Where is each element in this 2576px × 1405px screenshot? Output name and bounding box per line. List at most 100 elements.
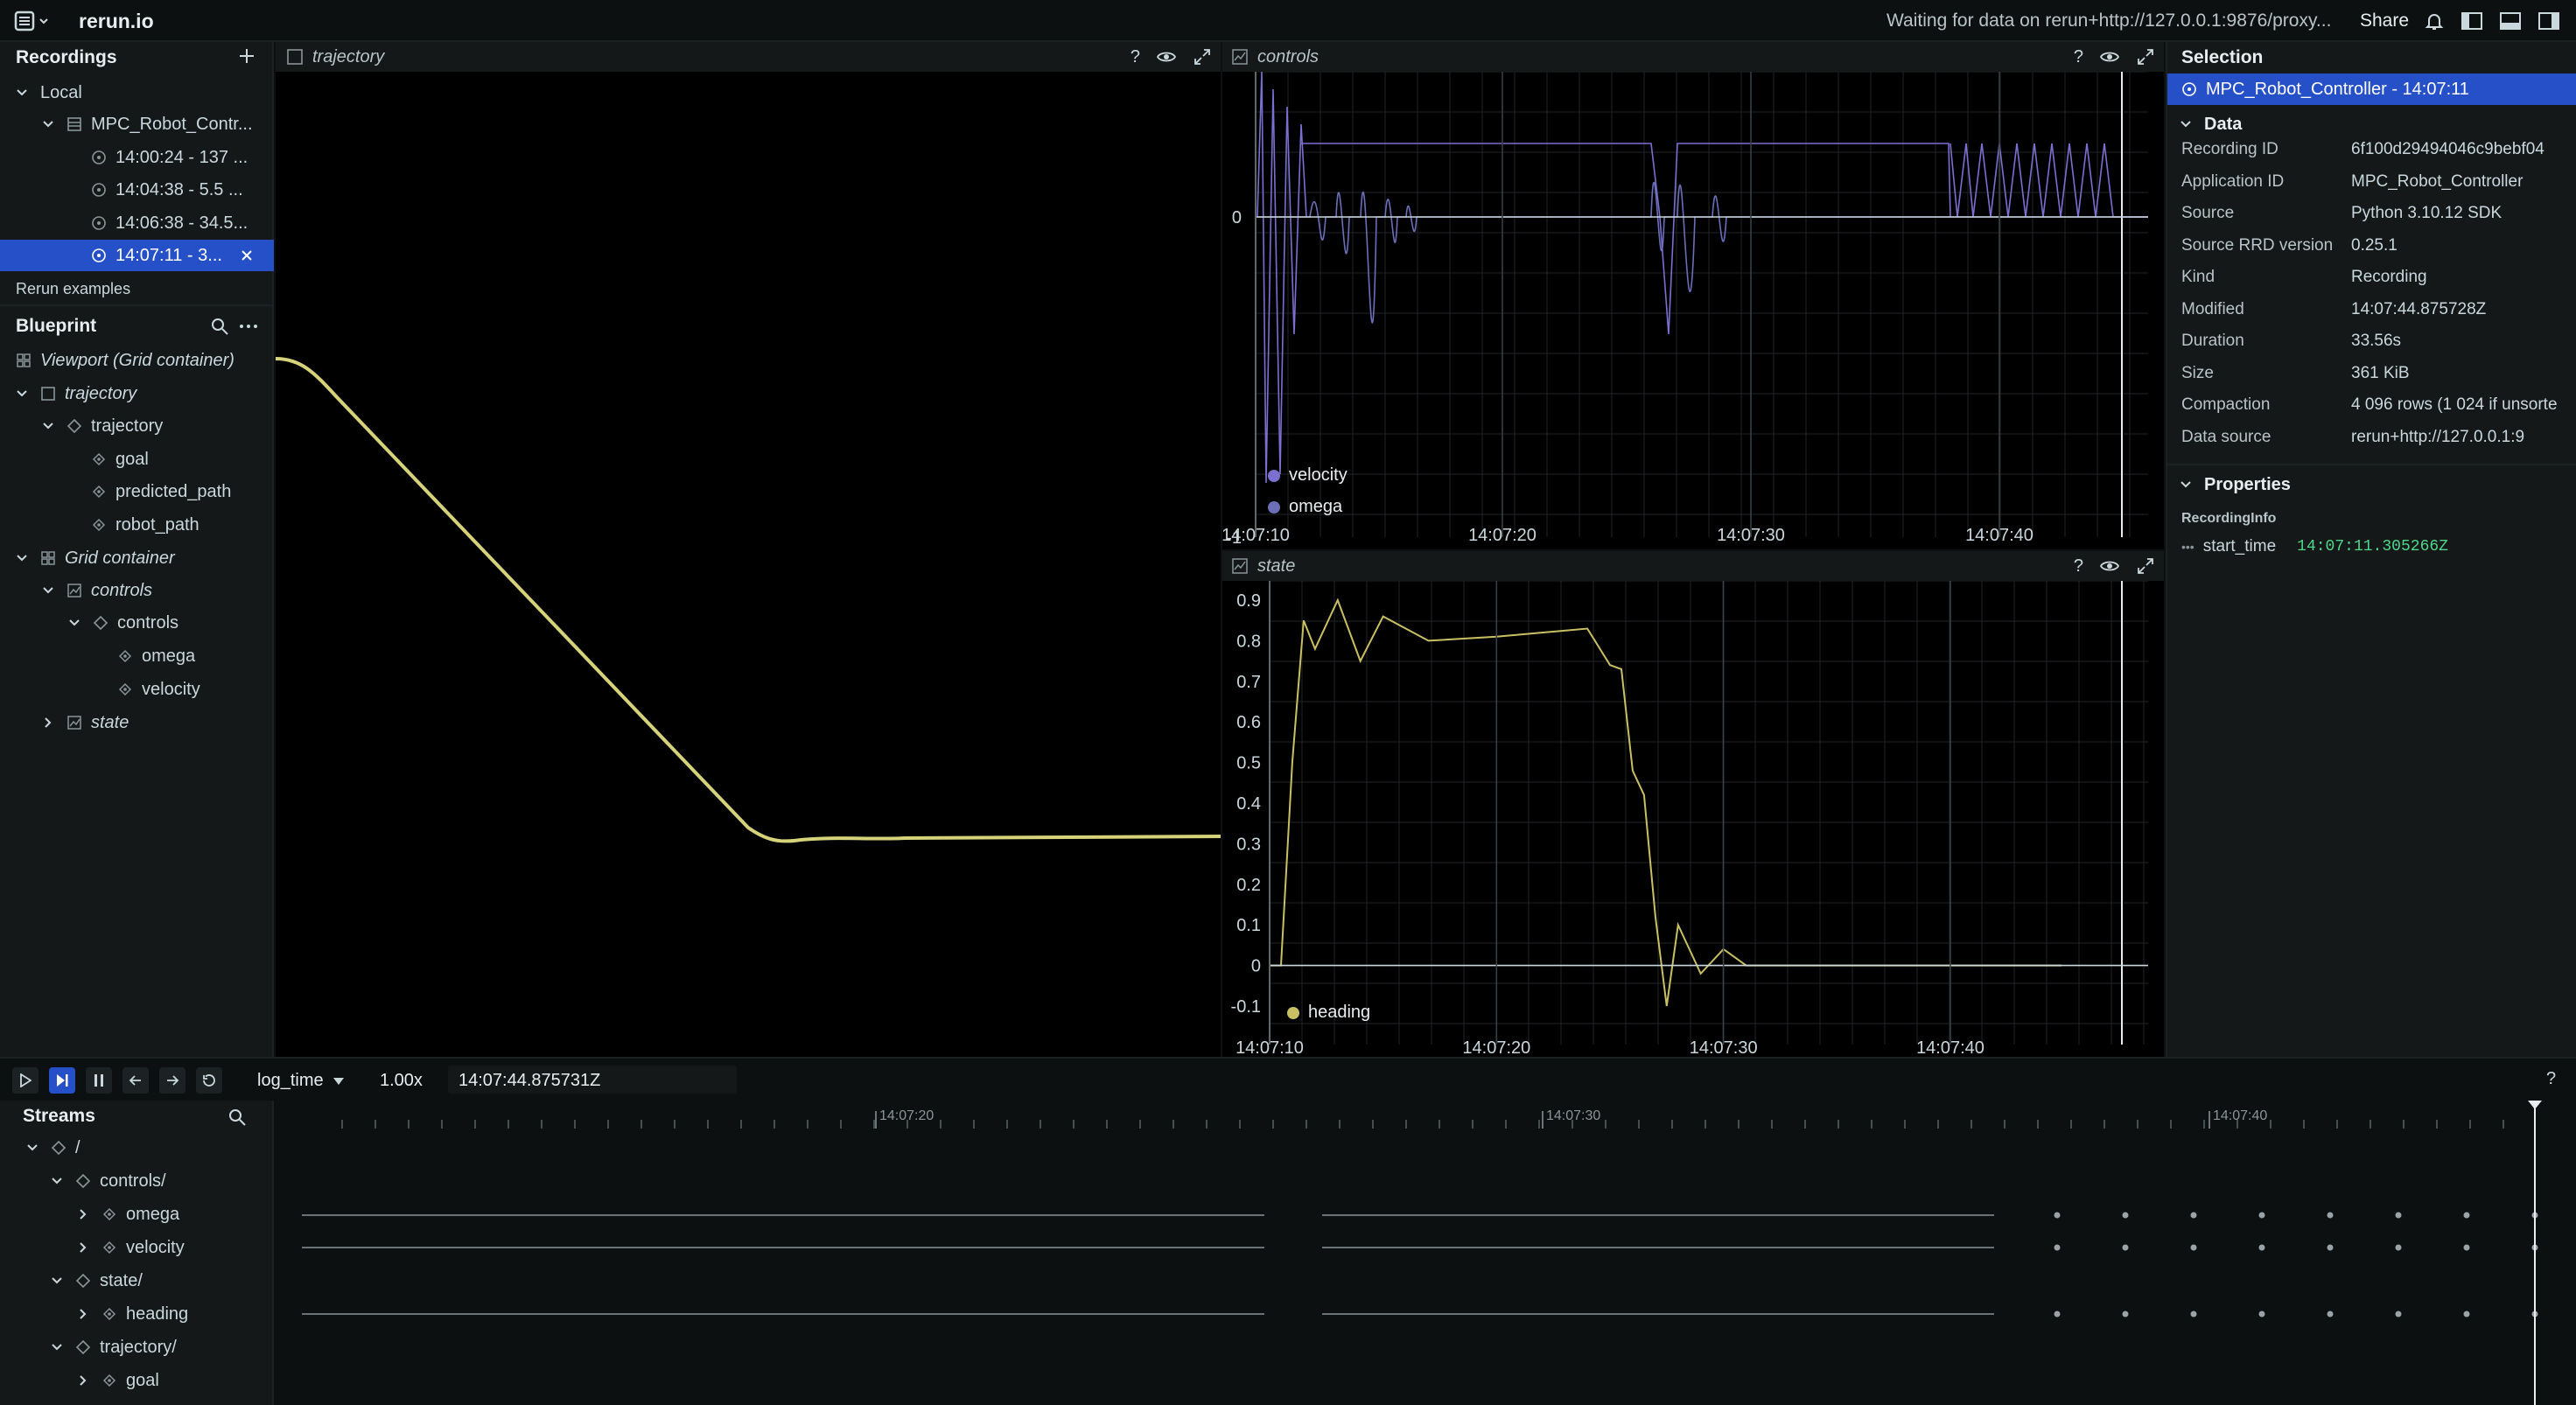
share-button[interactable]: Share bbox=[2360, 10, 2409, 31]
property-row[interactable]: Data source rerun+http://127.0.0.1:9 bbox=[2181, 428, 2524, 447]
controls-view[interactable]: controls ? 0 -1 14:07:10 14:07:20 14:07:30 14… bbox=[1222, 42, 2164, 549]
help-icon[interactable]: ? bbox=[2546, 1069, 2556, 1089]
blueprint-viewport[interactable]: Viewport (Grid container) bbox=[16, 345, 270, 376]
eye-icon[interactable] bbox=[1156, 47, 1177, 66]
property-row[interactable]: Recording ID 6f100d29494046c9bebf04 bbox=[2181, 140, 2544, 159]
chevron-down-icon[interactable] bbox=[2180, 479, 2192, 491]
selected-recording[interactable]: MPC_Robot_Controller - 14:07:11 bbox=[2167, 73, 2576, 105]
help-icon[interactable]: ? bbox=[1130, 47, 1140, 67]
maximize-icon[interactable] bbox=[1193, 47, 1212, 66]
properties-section-header[interactable]: Properties bbox=[2180, 469, 2565, 500]
chevron-down-icon[interactable] bbox=[16, 87, 28, 99]
state-plot[interactable]: 0.9 0.8 0.7 0.6 0.5 0.4 0.3 0.2 0.1 0 -0.1 14:07:10… bbox=[1222, 581, 2164, 1057]
stream-state[interactable]: state/ bbox=[51, 1265, 261, 1297]
recording-app[interactable]: MPC_Robot_Contr... bbox=[42, 108, 270, 140]
left-panel-icon[interactable] bbox=[2460, 10, 2483, 31]
chevron-down-icon[interactable] bbox=[51, 1175, 63, 1187]
eye-icon[interactable] bbox=[2099, 47, 2120, 66]
play-button[interactable] bbox=[12, 1067, 38, 1094]
bottom-panel-icon[interactable] bbox=[2499, 10, 2522, 31]
property-row[interactable]: Compaction 4 096 rows (1 024 if unsorte bbox=[2181, 395, 2558, 415]
more-icon[interactable] bbox=[238, 317, 259, 336]
blueprint-predicted-path[interactable]: predicted_path bbox=[91, 476, 270, 507]
step-forward-button[interactable] bbox=[159, 1067, 186, 1094]
add-icon[interactable] bbox=[236, 45, 257, 66]
trajectory-view[interactable]: trajectory ? bbox=[276, 42, 1221, 1057]
blueprint-robot-path[interactable]: robot_path bbox=[91, 509, 270, 541]
bell-icon[interactable] bbox=[2424, 10, 2445, 31]
blueprint-goal[interactable]: goal bbox=[91, 444, 270, 475]
property-row[interactable]: Application ID MPC_Robot_Controller bbox=[2181, 172, 2523, 192]
right-panel-icon[interactable] bbox=[2538, 10, 2560, 31]
legend-omega[interactable]: omega bbox=[1268, 497, 1342, 517]
blueprint-state-view[interactable]: state bbox=[42, 707, 270, 738]
chevron-down-icon[interactable] bbox=[51, 1341, 63, 1353]
stream-heading[interactable]: heading bbox=[77, 1298, 261, 1330]
property-row[interactable]: Kind Recording bbox=[2181, 268, 2427, 287]
search-icon[interactable] bbox=[210, 317, 229, 336]
chevron-right-icon[interactable] bbox=[77, 1308, 89, 1320]
maximize-icon[interactable] bbox=[2136, 556, 2155, 576]
chevron-down-icon[interactable] bbox=[16, 552, 28, 564]
chevron-right-icon[interactable] bbox=[77, 1374, 89, 1387]
controls-plot[interactable]: 0-114:07:10 14:07:20 14:07:30 14:07:40 bbox=[1222, 72, 2164, 549]
recording-item[interactable]: 14:00:24 - 137 ... bbox=[91, 142, 270, 173]
chevron-down-icon[interactable] bbox=[68, 617, 80, 629]
blueprint-grid-container[interactable]: Grid container bbox=[16, 542, 270, 574]
help-icon[interactable]: ? bbox=[2074, 47, 2083, 67]
timeline-canvas[interactable]: 14:07:20 14:07:30 14:07:40 bbox=[276, 1101, 2576, 1405]
stream-root[interactable]: / bbox=[26, 1132, 262, 1164]
chevron-down-icon[interactable] bbox=[26, 1142, 38, 1154]
timeline-selector[interactable]: log_time bbox=[257, 1071, 345, 1091]
chevron-down-icon[interactable] bbox=[42, 420, 54, 432]
data-section-header[interactable]: Data bbox=[2180, 108, 2565, 140]
rerun-examples-link[interactable]: Rerun examples bbox=[16, 273, 270, 304]
rerun-logo-icon[interactable] bbox=[12, 9, 51, 33]
current-time-field[interactable]: 14:07:44.875731Z bbox=[448, 1066, 737, 1094]
stream-trajectory[interactable]: trajectory/ bbox=[51, 1332, 261, 1363]
property-row[interactable]: Duration 33.56s bbox=[2181, 332, 2401, 351]
pause-button[interactable] bbox=[86, 1067, 112, 1094]
chevron-right-icon[interactable] bbox=[77, 1208, 89, 1220]
eye-icon[interactable] bbox=[2099, 556, 2120, 576]
chevron-down-icon[interactable] bbox=[42, 118, 54, 130]
stream-velocity[interactable]: velocity bbox=[77, 1232, 261, 1263]
property-row[interactable]: Size 361 KiB bbox=[2181, 364, 2410, 383]
start-time-row[interactable]: ••• start_time 14:07:11.305266Z bbox=[2181, 537, 2448, 556]
stream-goal[interactable]: goal bbox=[77, 1365, 261, 1396]
chevron-down-icon[interactable] bbox=[42, 584, 54, 597]
blueprint-velocity[interactable]: velocity bbox=[117, 674, 270, 705]
close-icon[interactable] bbox=[240, 248, 254, 262]
recording-item-selected[interactable]: 14:07:11 - 3... bbox=[0, 240, 274, 271]
blueprint-omega[interactable]: omega bbox=[117, 640, 270, 672]
property-row[interactable]: Modified 14:07:44.875728Z bbox=[2181, 300, 2486, 319]
controls-tab[interactable]: controls bbox=[1222, 42, 2164, 72]
chevron-down-icon[interactable] bbox=[16, 388, 28, 400]
property-row[interactable]: Source Python 3.10.12 SDK bbox=[2181, 204, 2502, 223]
state-tab[interactable]: state bbox=[1222, 551, 2164, 581]
loop-button[interactable] bbox=[196, 1067, 222, 1094]
trajectory-tab[interactable]: trajectory bbox=[276, 42, 1221, 72]
state-view[interactable]: state ? 0.9 0.8 0.7 0.6 0.5 0.4 0.3 0.2 0.1 0 -0.1… bbox=[1222, 551, 2164, 1057]
playback-speed[interactable]: 1.00x bbox=[380, 1071, 423, 1091]
search-icon[interactable] bbox=[228, 1108, 247, 1127]
legend-heading[interactable]: heading bbox=[1287, 1003, 1370, 1023]
recordings-local[interactable]: Local bbox=[16, 77, 270, 108]
recording-item[interactable]: 14:04:38 - 5.5 ... bbox=[91, 174, 270, 206]
help-icon[interactable]: ? bbox=[2074, 556, 2083, 577]
maximize-icon[interactable] bbox=[2136, 47, 2155, 66]
stream-controls[interactable]: controls/ bbox=[51, 1165, 261, 1197]
chevron-right-icon[interactable] bbox=[42, 716, 54, 729]
legend-velocity[interactable]: velocity bbox=[1268, 465, 1348, 486]
chevron-down-icon[interactable] bbox=[2180, 118, 2192, 130]
follow-button[interactable] bbox=[49, 1067, 75, 1094]
chevron-down-icon[interactable] bbox=[51, 1275, 63, 1287]
stream-omega[interactable]: omega bbox=[77, 1199, 261, 1230]
blueprint-trajectory-view[interactable]: trajectory bbox=[16, 378, 270, 409]
blueprint-controls-view[interactable]: controls bbox=[42, 575, 270, 606]
blueprint-controls-entity[interactable]: controls bbox=[68, 607, 270, 639]
timeline-cursor-handle[interactable] bbox=[2528, 1101, 2542, 1109]
step-back-button[interactable] bbox=[122, 1067, 149, 1094]
property-row[interactable]: Source RRD version 0.25.1 bbox=[2181, 236, 2398, 255]
timeline-panel[interactable]: 14:07:20 14:07:30 14:07:40 bbox=[276, 1101, 2576, 1405]
